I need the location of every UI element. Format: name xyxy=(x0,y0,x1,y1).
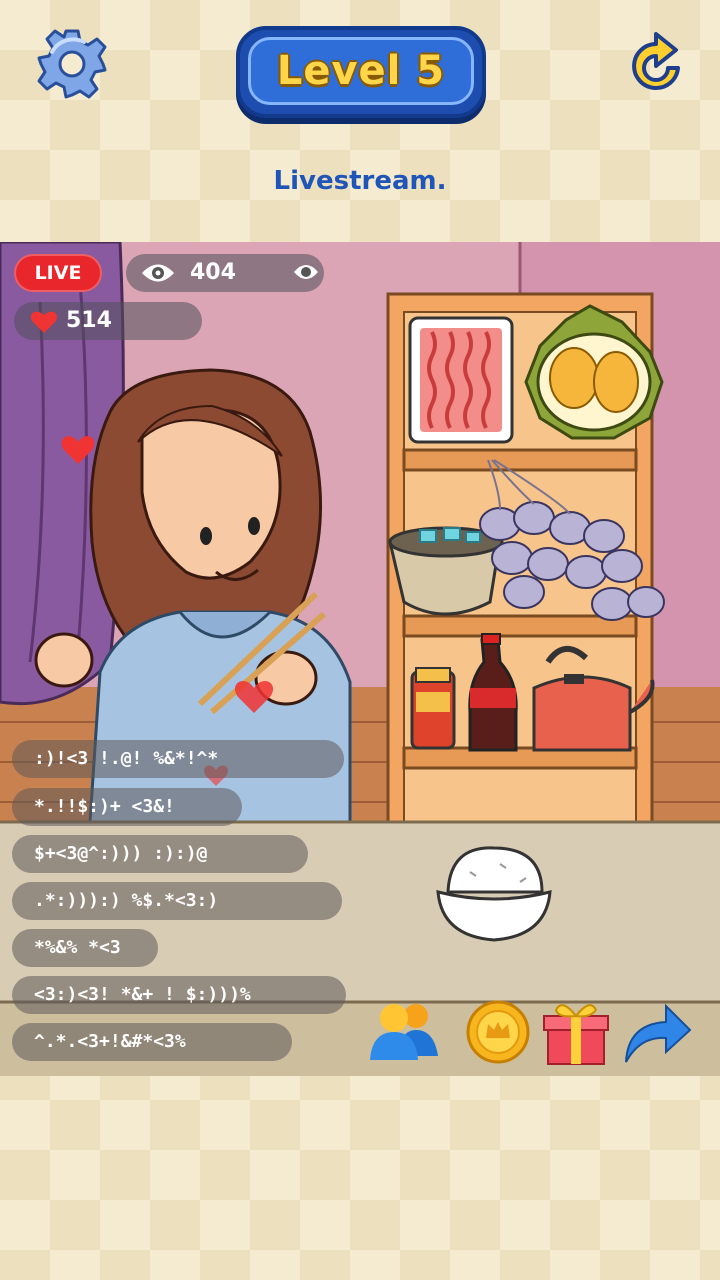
coin-button[interactable] xyxy=(460,996,536,1068)
like-counter: 514 xyxy=(14,302,202,340)
level-badge: Level 5 xyxy=(236,26,486,118)
chat-message: *.!!$:)+ <3&! xyxy=(12,788,242,826)
restart-icon xyxy=(632,32,680,90)
chat-message: <3:)<3! *&+ ! $:)))% xyxy=(12,976,346,1014)
live-badge: LIVE xyxy=(14,254,102,292)
viewer-counter: 404 xyxy=(126,254,324,292)
level-badge-inner: Level 5 xyxy=(248,37,474,105)
heart-icon xyxy=(30,311,58,333)
livestream-scene: LIVE 404 514 :)!<3 !.@! %&*!^* *.!!$:)+ … xyxy=(0,242,720,1076)
gear-icon xyxy=(37,29,107,99)
chat-message: *%&% *<3 xyxy=(12,929,158,967)
viewer-count: 404 xyxy=(190,260,236,285)
gift-button[interactable] xyxy=(538,996,614,1068)
share-button[interactable] xyxy=(618,996,694,1068)
bottom-area xyxy=(0,1076,720,1280)
chat-message: $+<3@^:))) :):)@ xyxy=(12,835,308,873)
eye-icon xyxy=(294,265,318,279)
like-count: 514 xyxy=(66,308,112,333)
settings-button[interactable] xyxy=(36,26,108,102)
friends-icon xyxy=(370,1004,438,1060)
share-icon xyxy=(625,1003,692,1063)
gift-icon xyxy=(543,1004,609,1065)
eye-icon xyxy=(142,264,174,282)
level-hint: Livestream. xyxy=(273,166,447,196)
friends-button[interactable] xyxy=(366,996,442,1068)
chat-message: .*:))):) %$.*<3:) xyxy=(12,882,342,920)
top-bar: Level 5 Livestream. xyxy=(0,0,720,240)
restart-button[interactable] xyxy=(620,30,692,102)
action-bar xyxy=(350,996,720,1076)
chat-message: :)!<3 !.@! %&*!^* xyxy=(12,740,344,778)
coin-icon xyxy=(466,1000,530,1064)
chat-message: ^.*.<3+!&#*<3% xyxy=(12,1023,292,1061)
level-title: Level 5 xyxy=(276,48,446,94)
